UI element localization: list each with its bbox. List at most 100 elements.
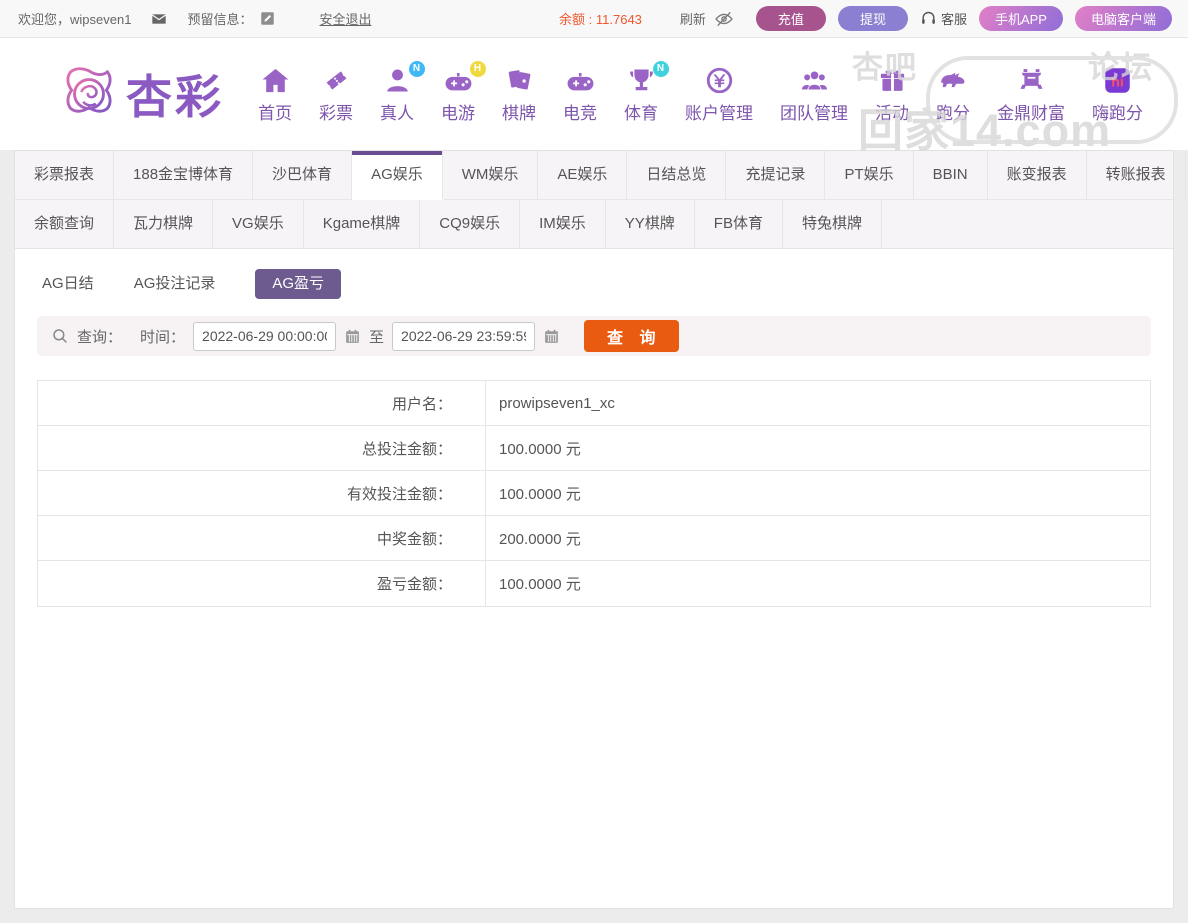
badge: H [470,61,486,77]
report-row-value: 100.0000 元 [486,426,581,470]
nav-item-label: 活动 [875,99,909,124]
report-row-label: 用户名： [38,381,486,425]
envelope-icon[interactable] [151,11,167,27]
search-bar: 查询： 时间： 至 查 询 [37,316,1151,356]
nav-item-label: 首页 [258,99,292,124]
table-row: 总投注金额：100.0000 元 [38,426,1150,471]
eye-slash-icon[interactable] [714,9,734,29]
recharge-button[interactable]: 充值 [756,6,826,31]
badge: N [653,61,669,77]
tabs-row-2: 余额查询瓦力棋牌VG娱乐Kgame棋牌CQ9娱乐IM娱乐YY棋牌FB体育特兔棋牌 [15,200,1173,249]
rhino-icon [938,65,969,96]
tab[interactable]: IM娱乐 [520,200,606,248]
nav-item[interactable]: 彩票 [319,65,353,124]
coin-yuan-icon [704,65,735,96]
subtab[interactable]: AG投注记录 [134,269,216,299]
balance-text: 余额 : 11.7643 [559,9,642,28]
report-row-value: 200.0000 元 [486,516,581,560]
nav-item[interactable]: 棋牌 [502,65,536,124]
table-row: 中奖金额：200.0000 元 [38,516,1150,561]
subtabs: AG日结 AG投注记录 AG盈亏 [15,249,1173,316]
nav-item[interactable]: 金鼎财富 [997,65,1065,124]
tabs-row-1: 彩票报表188金宝博体育沙巴体育AG娱乐WM娱乐AE娱乐日结总览充提记录PT娱乐… [15,151,1173,200]
person-icon: N [382,65,413,96]
withdraw-button[interactable]: 提现 [838,6,908,31]
tab[interactable]: BBIN [914,151,988,199]
tab[interactable]: 日结总览 [627,151,726,199]
tab[interactable]: 转账报表 [1087,151,1186,199]
edit-square-icon[interactable] [260,11,275,26]
table-row: 盈亏金额：100.0000 元 [38,561,1150,606]
nav-item[interactable]: 电竞 [563,65,597,124]
tab[interactable]: 188金宝博体育 [114,151,253,199]
table-row: 用户名：prowipseven1_xc [38,381,1150,426]
balance-value: 11.7643 [596,12,642,27]
nav-item[interactable]: 首页 [258,65,292,124]
nav-item[interactable]: hi 嗨跑分 [1092,65,1143,124]
nav-item[interactable]: N真人 [380,65,414,124]
time-label: 时间： [140,326,185,347]
gift-icon [877,65,908,96]
refresh-link[interactable]: 刷新 [680,9,706,28]
tab[interactable]: 余额查询 [15,200,114,248]
calendar-icon[interactable] [344,328,361,345]
calendar-icon[interactable] [543,328,560,345]
table-row: 有效投注金额：100.0000 元 [38,471,1150,516]
tab[interactable]: Kgame棋牌 [304,200,421,248]
nav-item[interactable]: 活动 [875,65,909,124]
start-time-input[interactable] [193,322,336,351]
customer-service-link[interactable]: 客服 [920,9,967,28]
nav-item-label: 彩票 [319,99,353,124]
tab[interactable]: AE娱乐 [538,151,627,199]
report-row-value: 100.0000 元 [486,471,581,515]
gamepad-icon [565,65,596,96]
tab[interactable]: CQ9娱乐 [420,200,520,248]
tab[interactable]: FB体育 [695,200,783,248]
magnifier-icon [51,327,69,345]
nav-item-label: 体育 [624,99,658,124]
end-time-input[interactable] [392,322,535,351]
tab[interactable]: 特兔棋牌 [783,200,882,248]
nav-item-label: 跑分 [936,99,970,124]
nav-item[interactable]: 账户管理 [685,65,753,124]
nav-item[interactable]: 跑分 [936,65,970,124]
topbar: 欢迎您，wipseven1 预留信息： 安全退出 余额 : 11.7643 刷新… [0,0,1188,38]
logout-link[interactable]: 安全退出 [319,9,371,28]
nav-item-label: 嗨跑分 [1092,99,1143,124]
pc-client-button[interactable]: 电脑客户端 [1075,6,1172,31]
reserved-info-label: 预留信息： [187,9,252,28]
site-header: 杏彩 首页彩票N真人H电游棋牌电竞N体育账户管理团队管理活动跑分金鼎财富hi嗨跑… [0,38,1188,150]
tab[interactable]: 账变报表 [988,151,1087,199]
nav-item[interactable]: 团队管理 [780,65,848,124]
tab[interactable]: PT娱乐 [825,151,913,199]
query-label: 查询： [77,326,122,347]
site-logo[interactable]: 杏彩 [62,61,224,127]
subtab[interactable]: AG日结 [42,269,94,299]
tab[interactable]: VG娱乐 [213,200,304,248]
mobile-app-button[interactable]: 手机APP [979,6,1063,31]
nav-item[interactable]: H 电游 [441,65,475,124]
tab[interactable]: 瓦力棋牌 [114,200,213,248]
tab[interactable]: AG娱乐 [352,151,443,199]
query-button[interactable]: 查 询 [584,320,678,352]
service-label: 客服 [941,9,967,28]
tab[interactable]: 彩票报表 [15,151,114,199]
tab[interactable]: WM娱乐 [443,151,539,199]
nav-item[interactable]: N体育 [624,65,658,124]
subtab[interactable]: AG盈亏 [255,269,341,299]
nav-item-label: 棋牌 [502,99,536,124]
gamepad-icon: H [443,65,474,96]
report-row-label: 中奖金额： [38,516,486,560]
hi-app-icon: hi [1102,65,1133,96]
team-icon [799,65,830,96]
tab[interactable]: 充提记录 [726,151,825,199]
tab[interactable]: 沙巴体育 [253,151,352,199]
ticket-icon [321,65,352,96]
nav-item-label: 金鼎财富 [997,99,1065,124]
nav-item-label: 电游 [441,99,475,124]
report-row-label: 总投注金额： [38,426,486,470]
svg-text:hi: hi [1111,74,1124,90]
tab[interactable]: YY棋牌 [606,200,695,248]
to-label: 至 [369,326,384,347]
report-row-label: 盈亏金额： [38,561,486,606]
